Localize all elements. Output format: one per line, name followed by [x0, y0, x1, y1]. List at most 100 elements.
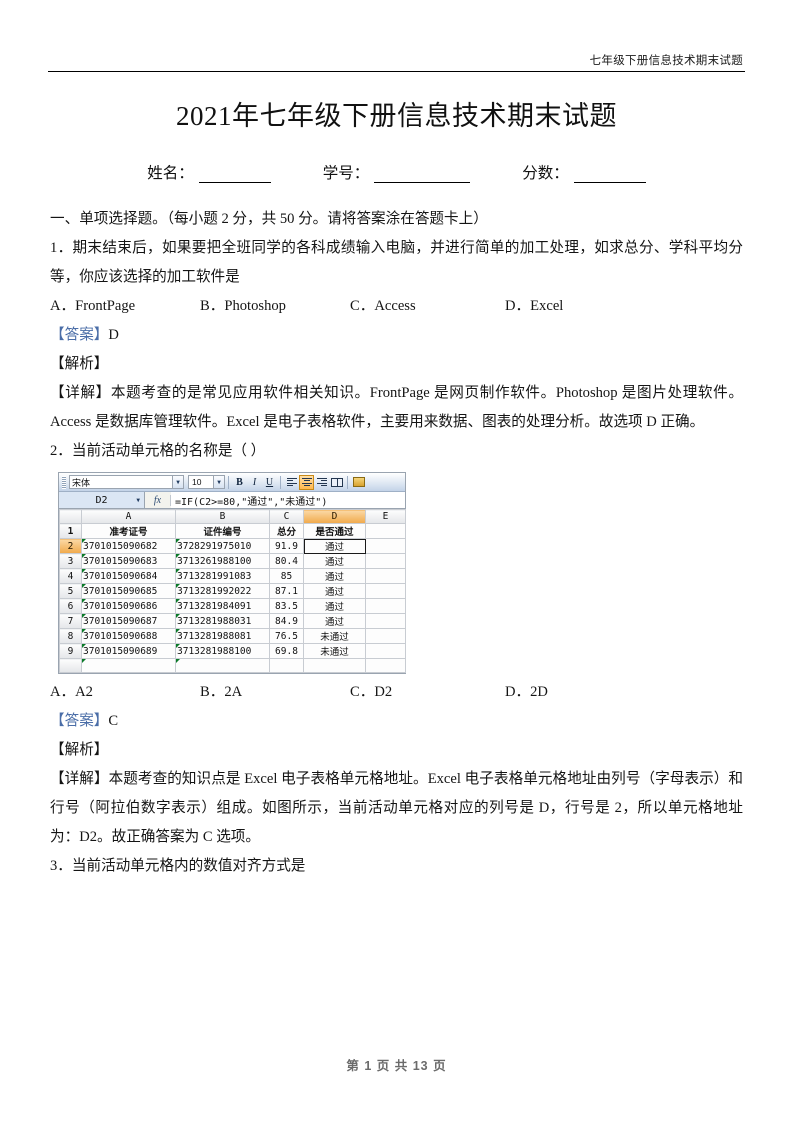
- cell-c3[interactable]: 80.4: [269, 553, 304, 569]
- underline-button[interactable]: U: [262, 475, 277, 490]
- toolbar-grip[interactable]: [62, 475, 66, 489]
- score-blank[interactable]: [573, 170, 646, 183]
- cell-d8[interactable]: 未通过: [303, 628, 366, 644]
- question-1-option-d[interactable]: D．Excel: [505, 292, 625, 321]
- align-center-icon[interactable]: [299, 474, 314, 490]
- student-id-blank[interactable]: [374, 170, 471, 183]
- question-1-option-c[interactable]: C．Access: [350, 292, 505, 321]
- column-header-a[interactable]: A: [81, 509, 176, 524]
- cell-e6[interactable]: [365, 598, 406, 614]
- question-3-stem: 3．当前活动单元格内的数值对齐方式是: [50, 858, 306, 874]
- bold-button[interactable]: B: [232, 475, 247, 490]
- cell-e9[interactable]: [365, 643, 406, 659]
- table-row: 1 准考证号 证件编号 总分 是否通过: [59, 523, 406, 539]
- cell-b7[interactable]: 3713281988031: [175, 613, 270, 629]
- formula-input[interactable]: =IF(C2>=80,"通过","未通过"): [171, 492, 405, 508]
- cell-b6[interactable]: 3713281984091: [175, 598, 270, 614]
- row-header-9[interactable]: 9: [59, 643, 82, 659]
- cell-e3[interactable]: [365, 553, 406, 569]
- insert-function-icon[interactable]: fx: [145, 494, 171, 506]
- cell-e4[interactable]: [365, 568, 406, 584]
- cell-a5[interactable]: 3701015090685: [81, 583, 176, 599]
- cell-d1[interactable]: 是否通过: [303, 523, 366, 539]
- cell-e1[interactable]: [365, 523, 406, 539]
- row-header-3[interactable]: 3: [59, 553, 82, 569]
- cell-c1[interactable]: 总分: [269, 523, 304, 539]
- name-blank[interactable]: [198, 170, 271, 183]
- cell-a4[interactable]: 3701015090684: [81, 568, 176, 584]
- cell-e10[interactable]: [365, 658, 406, 673]
- cell-d10[interactable]: [303, 658, 366, 673]
- cell-b9[interactable]: 3713281988100: [175, 643, 270, 659]
- cell-c7[interactable]: 84.9: [269, 613, 304, 629]
- cell-a7[interactable]: 3701015090687: [81, 613, 176, 629]
- question-1-option-b[interactable]: B．Photoshop: [200, 292, 350, 321]
- name-box-dropdown-icon[interactable]: ▼: [136, 497, 140, 504]
- row-header-7[interactable]: 7: [59, 613, 82, 629]
- cell-b4[interactable]: 3713281991083: [175, 568, 270, 584]
- question-2-option-d[interactable]: D．2D: [505, 678, 625, 707]
- name-box[interactable]: D2 ▼: [59, 492, 145, 508]
- cell-a8[interactable]: 3701015090688: [81, 628, 176, 644]
- cell-c4[interactable]: 85: [269, 568, 304, 584]
- cell-b5[interactable]: 3713281992022: [175, 583, 270, 599]
- column-header-e[interactable]: E: [365, 509, 406, 524]
- cell-a10[interactable]: [81, 658, 176, 673]
- column-header-b[interactable]: B: [175, 509, 270, 524]
- column-header-d[interactable]: D: [303, 509, 366, 524]
- cell-c9[interactable]: 69.8: [269, 643, 304, 659]
- cell-a6[interactable]: 3701015090686: [81, 598, 176, 614]
- row-header-4[interactable]: 4: [59, 568, 82, 584]
- cell-a9[interactable]: 3701015090689: [81, 643, 176, 659]
- cell-b2[interactable]: 3728291975010: [175, 538, 270, 554]
- cell-d5[interactable]: 通过: [303, 583, 366, 599]
- column-header-c[interactable]: C: [269, 509, 304, 524]
- cell-d3[interactable]: 通过: [303, 553, 366, 569]
- cell-e5[interactable]: [365, 583, 406, 599]
- cell-c10[interactable]: [269, 658, 304, 673]
- cell-b8[interactable]: 3713281988081: [175, 628, 270, 644]
- row-header-2[interactable]: 2: [59, 538, 82, 554]
- font-name-dropdown-icon[interactable]: ▼: [173, 475, 184, 489]
- cell-c2[interactable]: 91.9: [269, 538, 304, 554]
- cell-b10[interactable]: [175, 658, 270, 673]
- cell-b1[interactable]: 证件编号: [175, 523, 270, 539]
- row-header-8[interactable]: 8: [59, 628, 82, 644]
- cell-a2[interactable]: 3701015090682: [81, 538, 176, 554]
- question-1-option-a[interactable]: A．FrontPage: [50, 292, 200, 321]
- font-size-box[interactable]: 10: [188, 475, 214, 489]
- font-name-box[interactable]: 宋体: [69, 475, 173, 489]
- score-label: 分数：: [522, 165, 569, 182]
- select-all-corner[interactable]: [59, 509, 82, 524]
- cell-d4[interactable]: 通过: [303, 568, 366, 584]
- cell-c6[interactable]: 83.5: [269, 598, 304, 614]
- cell-a1[interactable]: 准考证号: [81, 523, 176, 539]
- question-2-option-c[interactable]: C．D2: [350, 678, 505, 707]
- row-header-5[interactable]: 5: [59, 583, 82, 599]
- question-2-option-a[interactable]: A．A2: [50, 678, 200, 707]
- question-2-answer: 【答案】C: [50, 707, 743, 736]
- question-2-option-b[interactable]: B．2A: [200, 678, 350, 707]
- align-left-icon[interactable]: [284, 475, 299, 490]
- cell-d6[interactable]: 通过: [303, 598, 366, 614]
- font-size-dropdown-icon[interactable]: ▼: [214, 475, 225, 489]
- currency-style-icon[interactable]: [351, 475, 366, 490]
- row-header-6[interactable]: 6: [59, 598, 82, 614]
- score-field: 分数：: [522, 161, 646, 183]
- excel-grid: A B C D E 1 准考证号 证件编号 总分 是否通过 2 37010150…: [59, 509, 406, 673]
- row-header-partial[interactable]: [59, 658, 82, 673]
- cell-c8[interactable]: 76.5: [269, 628, 304, 644]
- cell-d9[interactable]: 未通过: [303, 643, 366, 659]
- merge-and-center-icon[interactable]: [329, 475, 344, 490]
- italic-button[interactable]: I: [247, 475, 262, 490]
- cell-d2[interactable]: 通过: [303, 538, 366, 554]
- cell-d7[interactable]: 通过: [303, 613, 366, 629]
- align-right-icon[interactable]: [314, 475, 329, 490]
- cell-c5[interactable]: 87.1: [269, 583, 304, 599]
- cell-a3[interactable]: 3701015090683: [81, 553, 176, 569]
- cell-e7[interactable]: [365, 613, 406, 629]
- cell-e8[interactable]: [365, 628, 406, 644]
- cell-e2[interactable]: [365, 538, 406, 554]
- cell-b3[interactable]: 3713261988100: [175, 553, 270, 569]
- row-header-1[interactable]: 1: [59, 523, 82, 539]
